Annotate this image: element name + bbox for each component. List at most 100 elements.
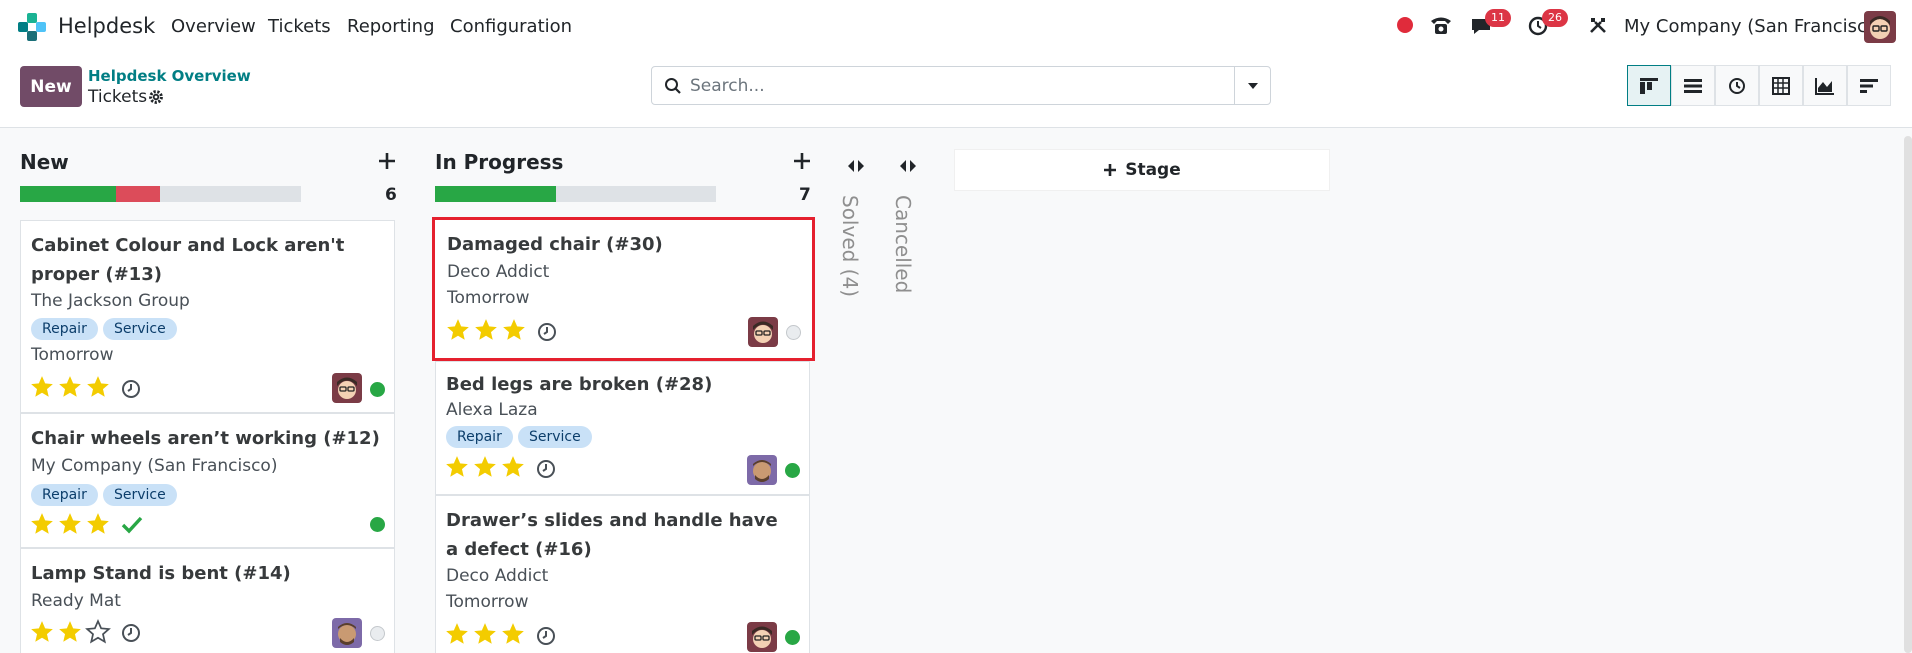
ticket-card[interactable]: Bed legs are broken (#28) Alexa Laza Rep… bbox=[435, 361, 810, 495]
star-filled-icon[interactable] bbox=[57, 374, 83, 400]
search-options-toggle[interactable] bbox=[1234, 67, 1270, 104]
list-view-button[interactable] bbox=[1671, 65, 1715, 106]
column-title-in-progress: In Progress bbox=[435, 150, 564, 174]
activity-view-button[interactable] bbox=[1715, 65, 1759, 106]
status-dot[interactable] bbox=[370, 626, 385, 641]
star-filled-icon[interactable] bbox=[29, 619, 55, 645]
star-filled-icon[interactable] bbox=[85, 511, 111, 537]
gear-icon[interactable] bbox=[148, 89, 164, 105]
priority-stars[interactable] bbox=[29, 374, 111, 400]
star-filled-icon[interactable] bbox=[472, 621, 498, 647]
activity-clock-icon[interactable] bbox=[121, 379, 141, 399]
tag-service: Service bbox=[103, 318, 177, 340]
user-avatar[interactable] bbox=[1864, 11, 1896, 43]
star-filled-icon[interactable] bbox=[444, 454, 470, 480]
ticket-title: Drawer’s slides and handle have a defect… bbox=[446, 510, 778, 560]
add-card-new-icon[interactable] bbox=[378, 152, 396, 170]
add-card-in-progress-icon[interactable] bbox=[793, 152, 811, 170]
messages-badge: 11 bbox=[1485, 9, 1511, 27]
assignee-avatar[interactable] bbox=[747, 622, 777, 652]
menu-reporting[interactable]: Reporting bbox=[347, 16, 435, 37]
cohort-icon bbox=[1860, 78, 1878, 93]
ticket-partner: The Jackson Group bbox=[31, 291, 190, 311]
star-filled-icon[interactable] bbox=[29, 511, 55, 537]
ticket-partner: Ready Mat bbox=[31, 591, 121, 611]
star-filled-icon[interactable] bbox=[29, 374, 55, 400]
menu-overview[interactable]: Overview bbox=[171, 16, 256, 37]
star-filled-icon[interactable] bbox=[57, 511, 83, 537]
ticket-partner: Deco Addict bbox=[447, 262, 550, 282]
menu-configuration[interactable]: Configuration bbox=[450, 16, 572, 37]
graph-view-button[interactable] bbox=[1803, 65, 1847, 106]
star-filled-icon[interactable] bbox=[472, 454, 498, 480]
add-stage-label: Stage bbox=[1125, 160, 1181, 180]
activity-icon bbox=[1729, 77, 1745, 94]
recording-dot-icon[interactable] bbox=[1397, 17, 1413, 33]
activity-clock-icon[interactable] bbox=[536, 459, 556, 479]
status-dot[interactable] bbox=[786, 325, 801, 340]
plus-icon bbox=[1104, 164, 1117, 176]
star-filled-icon[interactable] bbox=[473, 317, 499, 343]
folded-column-cancelled[interactable]: Cancelled bbox=[891, 195, 915, 293]
status-dot[interactable] bbox=[785, 463, 800, 478]
activity-clock-icon[interactable] bbox=[121, 623, 141, 643]
menu-tickets[interactable]: Tickets bbox=[268, 16, 331, 37]
column-progress-new[interactable] bbox=[20, 186, 301, 202]
search-input[interactable] bbox=[690, 67, 1230, 104]
ticket-partner: Deco Addict bbox=[446, 566, 549, 586]
priority-stars[interactable] bbox=[29, 511, 111, 537]
status-dot[interactable] bbox=[785, 630, 800, 645]
star-filled-icon[interactable] bbox=[445, 317, 471, 343]
ticket-card[interactable]: Lamp Stand is bent (#14) Ready Mat bbox=[20, 548, 395, 653]
star-empty-icon[interactable] bbox=[85, 619, 111, 645]
vertical-scrollbar[interactable] bbox=[1904, 136, 1912, 653]
pivot-view-button[interactable] bbox=[1759, 65, 1803, 106]
list-icon bbox=[1684, 78, 1702, 93]
status-dot[interactable] bbox=[370, 517, 385, 532]
status-dot[interactable] bbox=[370, 382, 385, 397]
ticket-card-highlighted[interactable]: Damaged chair (#30) Deco Addict Tomorrow bbox=[432, 217, 815, 361]
activity-clock-icon[interactable] bbox=[537, 322, 557, 342]
ticket-card[interactable]: Chair wheels aren’t working (#12) My Com… bbox=[20, 413, 395, 548]
unfold-cancelled-icon[interactable] bbox=[898, 158, 918, 174]
assignee-avatar[interactable] bbox=[332, 618, 362, 648]
new-button[interactable]: New bbox=[20, 66, 82, 107]
ticket-card[interactable]: Drawer’s slides and handle have a defect… bbox=[435, 495, 810, 653]
cohort-view-button[interactable] bbox=[1847, 65, 1891, 106]
priority-stars[interactable] bbox=[445, 317, 527, 343]
ticket-card[interactable]: Cabinet Colour and Lock aren't proper (#… bbox=[20, 220, 395, 413]
progress-green[interactable] bbox=[435, 186, 556, 202]
ticket-deadline: Tomorrow bbox=[446, 592, 529, 612]
folded-column-solved[interactable]: Solved (4) bbox=[838, 195, 862, 297]
company-switcher[interactable]: My Company (San Francisco) bbox=[1624, 16, 1885, 37]
kanban-view-button[interactable] bbox=[1627, 65, 1671, 106]
breadcrumb-helpdesk-overview[interactable]: Helpdesk Overview bbox=[88, 67, 251, 85]
star-filled-icon[interactable] bbox=[500, 621, 526, 647]
activities-badge: 26 bbox=[1542, 9, 1568, 27]
phone-icon[interactable] bbox=[1429, 14, 1453, 36]
priority-stars[interactable] bbox=[444, 454, 526, 480]
priority-stars[interactable] bbox=[29, 619, 111, 645]
activity-clock-icon[interactable] bbox=[536, 626, 556, 646]
helpdesk-logo-icon[interactable] bbox=[18, 13, 48, 41]
assignee-avatar[interactable] bbox=[747, 455, 777, 485]
star-filled-icon[interactable] bbox=[444, 621, 470, 647]
add-stage-button[interactable]: Stage bbox=[954, 149, 1330, 191]
priority-stars[interactable] bbox=[444, 621, 526, 647]
progress-red[interactable] bbox=[115, 186, 161, 202]
column-progress-in-progress[interactable] bbox=[435, 186, 716, 202]
star-filled-icon[interactable] bbox=[57, 619, 83, 645]
progress-green[interactable] bbox=[20, 186, 116, 202]
star-filled-icon[interactable] bbox=[500, 454, 526, 480]
search-icon bbox=[665, 78, 681, 94]
assignee-avatar[interactable] bbox=[332, 373, 362, 403]
star-filled-icon[interactable] bbox=[501, 317, 527, 343]
assignee-avatar[interactable] bbox=[748, 317, 778, 347]
star-filled-icon[interactable] bbox=[85, 374, 111, 400]
app-name[interactable]: Helpdesk bbox=[58, 14, 155, 38]
check-icon[interactable] bbox=[121, 515, 143, 535]
unfold-solved-icon[interactable] bbox=[846, 158, 866, 174]
tools-icon[interactable] bbox=[1588, 15, 1608, 35]
top-navbar: Helpdesk Overview Tickets Reporting Conf… bbox=[0, 0, 1912, 52]
pivot-icon bbox=[1772, 76, 1790, 95]
